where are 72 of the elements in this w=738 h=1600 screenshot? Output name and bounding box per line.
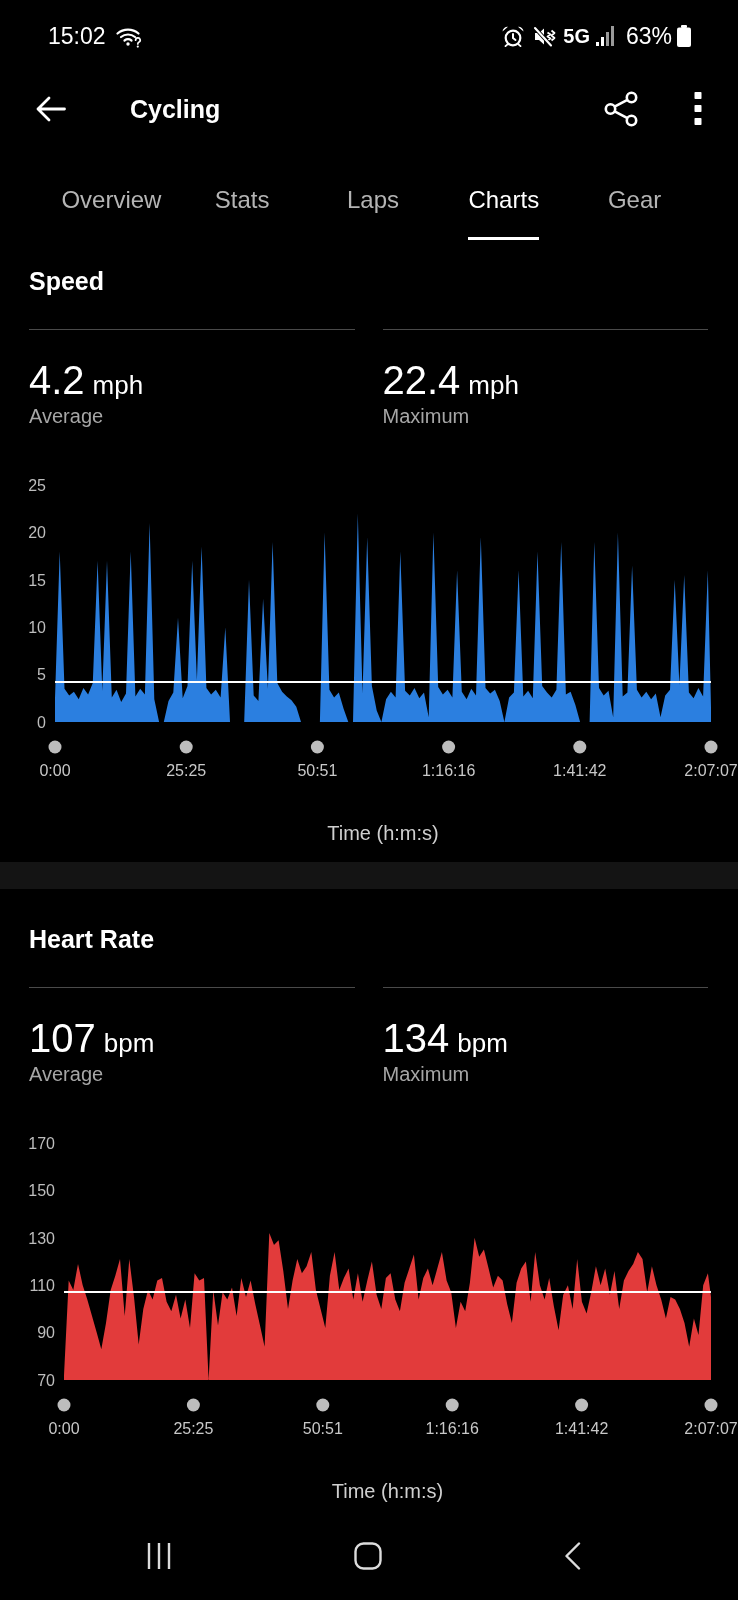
- y-axis-label: 0: [37, 713, 46, 731]
- section-title: Speed: [29, 266, 105, 296]
- back-icon[interactable]: [36, 95, 66, 122]
- x-axis-label: 2:07:07: [684, 762, 738, 779]
- x-axis-label: 50:51: [297, 762, 338, 779]
- tick-marker-icon: [48, 740, 62, 754]
- y-axis-label: 150: [28, 1182, 55, 1200]
- x-axis-label: 0:00: [48, 1420, 80, 1437]
- y-axis-label: 5: [37, 666, 46, 684]
- y-axis-label: 70: [37, 1371, 55, 1389]
- recent-apps-icon[interactable]: [146, 1542, 172, 1570]
- tick-marker-icon: [573, 740, 587, 754]
- tick-marker-icon: [316, 1398, 330, 1412]
- tab[interactable]: Laps: [346, 172, 399, 240]
- stat-unit: bpm: [103, 1027, 155, 1060]
- x-axis-label: 25:25: [166, 762, 207, 779]
- stat-label: Average: [29, 404, 104, 428]
- x-axis-label: 1:41:42: [553, 762, 607, 779]
- network-type-label: 5G: [563, 24, 590, 48]
- y-axis-label: 110: [29, 1276, 55, 1294]
- home-icon[interactable]: [354, 1542, 382, 1570]
- screen-title: Cycling: [130, 93, 221, 124]
- y-axis-label: 170: [28, 1134, 55, 1152]
- tick-marker-icon: [704, 1398, 718, 1412]
- y-axis-label: 15: [28, 571, 46, 589]
- x-axis-label: 1:16:16: [425, 1420, 479, 1437]
- tab[interactable]: Stats: [214, 172, 270, 240]
- x-axis-title: Time (h:m:s): [331, 1480, 444, 1502]
- x-axis-label: 25:25: [173, 1420, 214, 1437]
- tick-marker-icon: [575, 1398, 589, 1412]
- nav-back-icon[interactable]: [564, 1542, 581, 1570]
- x-axis-label: 1:16:16: [421, 762, 476, 779]
- stat-unit: bpm: [457, 1027, 508, 1060]
- x-axis-label: 0:00: [39, 762, 71, 779]
- x-axis-label: 1:41:42: [554, 1420, 609, 1437]
- wifi-icon: [115, 26, 143, 48]
- tab[interactable]: Charts: [468, 172, 540, 240]
- tick-marker-icon: [186, 1398, 200, 1412]
- stat-value: 4.2: [29, 360, 85, 400]
- battery-percent: 63%: [625, 22, 672, 50]
- stat-unit: mph: [92, 369, 144, 402]
- stat-value: 107: [29, 1018, 96, 1058]
- signal-icon: [594, 26, 615, 46]
- status-time: 15:02: [48, 22, 106, 50]
- x-axis-title: Time (h:m:s): [327, 822, 439, 844]
- tick-marker-icon: [442, 740, 456, 754]
- stat-value: 134: [382, 1018, 450, 1058]
- mute-icon: [533, 25, 557, 47]
- x-axis-label: 2:07:07: [684, 1420, 738, 1437]
- stat-label: Maximum: [382, 404, 470, 428]
- y-axis-label: 130: [28, 1229, 55, 1247]
- tick-marker-icon: [445, 1398, 459, 1412]
- more-options-icon[interactable]: [694, 92, 702, 125]
- y-axis-label: 90: [37, 1324, 55, 1342]
- stat-label: Maximum: [382, 1062, 470, 1086]
- battery-icon: [677, 25, 691, 47]
- share-icon[interactable]: [604, 90, 638, 127]
- tab[interactable]: Overview: [61, 172, 162, 240]
- tab[interactable]: Gear: [607, 172, 662, 240]
- y-axis-label: 20: [28, 524, 46, 542]
- section-title: Heart Rate: [29, 924, 155, 954]
- x-axis-label: 50:51: [302, 1420, 343, 1437]
- y-axis-label: 10: [28, 618, 46, 636]
- alarm-icon: [502, 25, 525, 47]
- stat-value: 22.4: [382, 360, 461, 400]
- stat-label: Average: [29, 1062, 104, 1086]
- stat-unit: mph: [468, 369, 519, 402]
- tick-marker-icon: [179, 740, 193, 754]
- y-axis-label: 25: [28, 476, 46, 494]
- tick-marker-icon: [57, 1398, 71, 1412]
- tick-marker-icon: [310, 740, 324, 754]
- tick-marker-icon: [704, 740, 718, 754]
